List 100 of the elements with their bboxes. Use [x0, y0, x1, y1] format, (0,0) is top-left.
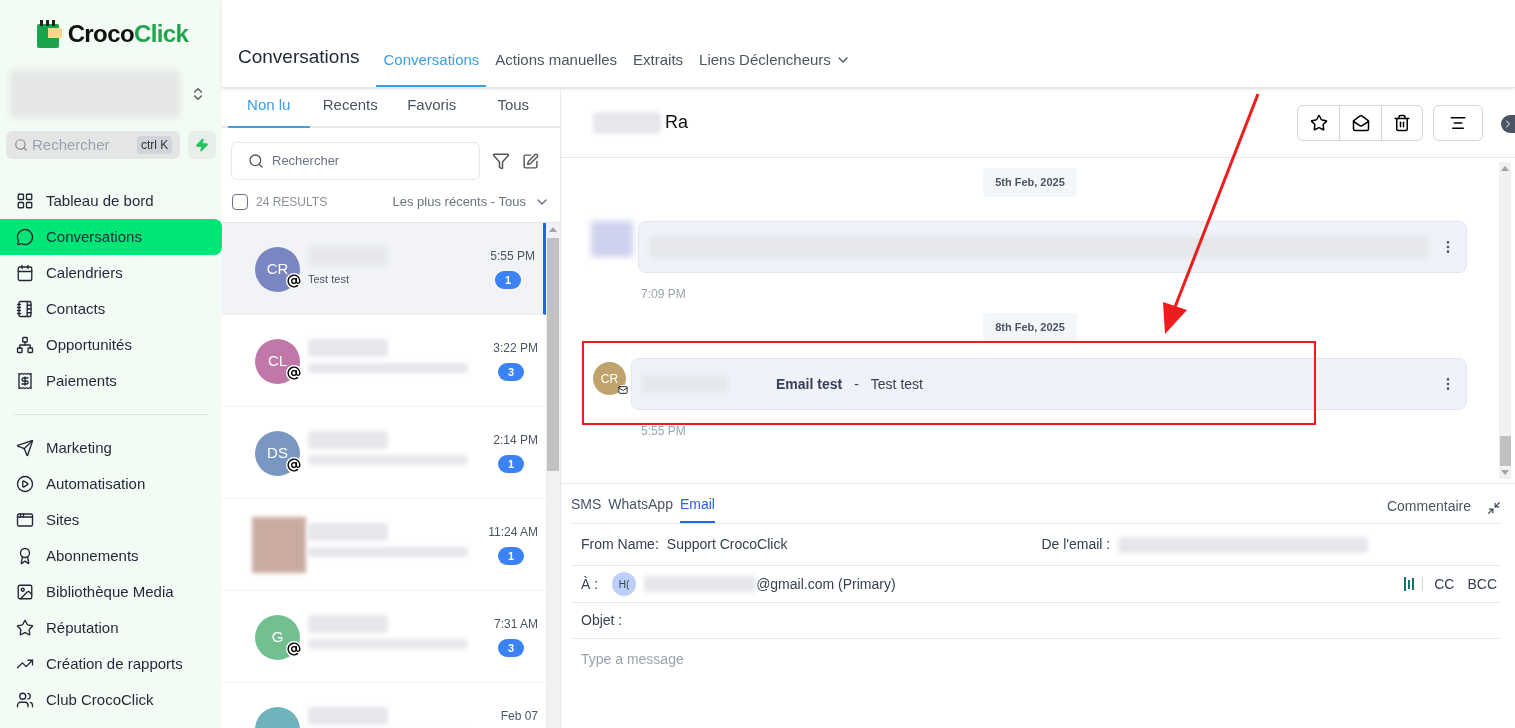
subject-separator: -: [854, 374, 859, 394]
unread-count: 3: [498, 639, 524, 657]
conversation-time: Feb 07: [500, 708, 538, 725]
nav-tab[interactable]: Actions manuelles: [488, 44, 625, 87]
nav-icon: [16, 228, 34, 246]
composer-tab[interactable]: Email: [679, 494, 715, 523]
nav-icon: [16, 691, 34, 709]
nav-icon: [16, 372, 34, 390]
unread-count: 3: [498, 363, 524, 381]
list-tab[interactable]: Tous: [472, 93, 554, 128]
at-sign-icon: [286, 457, 302, 473]
sidebar-item[interactable]: Automatisation: [0, 466, 222, 502]
cc-link[interactable]: CC: [1434, 573, 1455, 595]
conversation-item[interactable]: Feb 07: [222, 683, 546, 728]
avatar-placeholder: [591, 220, 633, 257]
sidebar-item[interactable]: Bibliothèque Media: [0, 574, 222, 610]
sidebar-item[interactable]: Contacts: [0, 291, 222, 327]
avatar: CL: [255, 339, 300, 384]
search-icon: [14, 138, 28, 152]
nav-icon: [16, 439, 34, 457]
results-count: 24 RESULTS: [256, 194, 328, 211]
conversation-time: 3:22 PM: [493, 340, 538, 357]
compose-icon[interactable]: [522, 152, 539, 170]
collapse-panel-icon[interactable]: [1501, 115, 1515, 133]
bcc-link[interactable]: BCC: [1467, 573, 1497, 595]
nav-icon: [16, 300, 34, 318]
avatar: G: [255, 615, 300, 660]
lightning-icon: [195, 138, 210, 152]
sidebar-item[interactable]: Marketing: [0, 430, 222, 466]
nav-icon: [16, 192, 34, 210]
at-sign-icon: [286, 273, 302, 289]
email-subject: Email test: [776, 374, 843, 394]
search-field[interactable]: Rechercher: [231, 142, 480, 180]
avatar: CR: [593, 362, 626, 395]
blurred-name: [593, 111, 661, 134]
filter-button[interactable]: [1433, 104, 1483, 141]
sidebar-item[interactable]: Paiements: [0, 363, 222, 399]
sort-selector[interactable]: Les plus récents - Tous: [392, 192, 550, 212]
search-field[interactable]: Rechercher ctrl K: [6, 131, 181, 159]
field-label: À :: [581, 574, 599, 594]
shortcut-key: ctrl K: [136, 136, 173, 154]
composer-tab[interactable]: SMS: [571, 494, 602, 523]
conversation-time: 7:31 AM: [493, 616, 538, 633]
message-time: 5:55 PM: [641, 423, 687, 440]
conversation-time: 11:24 AM: [488, 524, 538, 541]
conversation-item[interactable]: 11:24 AM 1: [222, 499, 546, 591]
sidebar-item[interactable]: Opportunités: [0, 327, 222, 363]
conversation-item[interactable]: G 7:31 AM 3: [222, 591, 546, 683]
unread-count: 1: [498, 547, 524, 565]
nav-tab[interactable]: Liens Déclencheurs: [692, 44, 858, 87]
mail-icon: [618, 385, 628, 395]
conversation-time: 2:14 PM: [493, 432, 538, 449]
sidebar-item[interactable]: Conversations: [0, 219, 222, 255]
field-label: De l'email :: [1041, 535, 1111, 554]
unread-count: 1: [495, 271, 521, 289]
avatar: CR: [255, 247, 300, 292]
nav-icon: [16, 619, 34, 637]
at-sign-icon: [286, 641, 302, 657]
nav-icon: [16, 264, 34, 282]
sidebar-item[interactable]: Abonnements: [0, 538, 222, 574]
search-icon: [248, 153, 264, 169]
sidebar-item[interactable]: Tableau de bord: [0, 183, 222, 219]
sidebar-item[interactable]: Création de rapports: [0, 646, 222, 682]
date-separator: 8th Feb, 2025: [983, 312, 1077, 341]
conversation-item[interactable]: DS 2:14 PM 1: [222, 407, 546, 499]
trash-icon: [1393, 113, 1411, 132]
recipient-avatar: H(: [612, 572, 637, 596]
avatar: DS: [255, 431, 300, 476]
conversation-item[interactable]: CR Test test 5:55 PM 1: [222, 223, 546, 315]
logo-text: CrocoClick: [67, 19, 189, 49]
date-separator: 5th Feb, 2025: [983, 168, 1077, 197]
list-tab[interactable]: Recents: [309, 93, 391, 128]
comment-tab[interactable]: Commentaire: [1386, 496, 1471, 523]
photo-placeholder: [252, 517, 306, 573]
unread-count: 1: [498, 455, 524, 473]
from-name-value: Support CrocoClick: [666, 535, 788, 554]
conversation-time: 5:55 PM: [490, 248, 535, 265]
nav-icon: [16, 583, 34, 601]
sidebar-item[interactable]: Calendriers: [0, 255, 222, 291]
field-label: Objet :: [581, 611, 623, 630]
contact-name: Ra: [665, 111, 688, 134]
template-icon[interactable]: [1404, 577, 1424, 591]
list-tab[interactable]: Favoris: [391, 93, 473, 128]
at-sign-icon: [286, 365, 302, 381]
nav-icon: [16, 511, 34, 529]
sidebar-item[interactable]: Réputation: [0, 610, 222, 646]
select-all-checkbox[interactable]: [232, 194, 248, 210]
collapse-icon[interactable]: [1487, 501, 1501, 515]
sidebar-item[interactable]: Club CrocoClick: [0, 682, 222, 718]
star-icon: [1309, 113, 1328, 132]
page-title: Conversations: [238, 44, 360, 69]
message-preview: Test test: [308, 272, 350, 287]
sidebar-item[interactable]: Sites: [0, 502, 222, 538]
recipient-email: @gmail.com (Primary): [756, 574, 896, 594]
composer-tab[interactable]: WhatsApp: [608, 494, 673, 523]
filter-icon[interactable]: [492, 152, 510, 170]
conversation-item[interactable]: CL 3:22 PM 3: [222, 315, 546, 407]
nav-tab[interactable]: Extraits: [626, 44, 691, 87]
nav-icon: [16, 336, 34, 354]
email-body: Test test: [870, 374, 923, 394]
